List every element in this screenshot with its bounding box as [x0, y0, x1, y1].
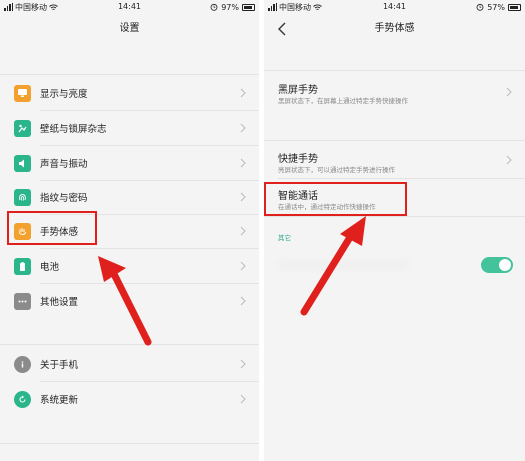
settings-item-fingerprint[interactable]: 指纹与密码 — [0, 180, 259, 214]
battery-icon — [242, 3, 255, 11]
chevron-right-icon — [240, 359, 246, 369]
chevron-right-icon — [240, 296, 246, 306]
display-icon — [14, 84, 31, 102]
chevron-right-icon — [240, 261, 246, 271]
settings-item-display[interactable]: 显示与亮度 — [0, 76, 259, 110]
more-icon — [14, 292, 31, 310]
settings-item-label: 壁纸与锁屏杂志 — [40, 124, 107, 135]
chevron-right-icon — [240, 158, 246, 168]
page-title: 手势体感 — [374, 23, 415, 34]
gesture-item-subtitle: 亮屏状态下，可以通过特定手势进行操作 — [278, 166, 395, 174]
fingerprint-icon — [14, 188, 31, 206]
arrow-indicator — [300, 216, 366, 316]
settings-screen: 中国移动 14:41 97% 设置 显示与亮度 壁纸与锁屏杂志 声音与振动 指纹… — [0, 0, 259, 461]
settings-item-sound[interactable]: 声音与振动 — [0, 146, 259, 180]
highlight-box — [7, 211, 97, 245]
settings-item-update[interactable]: 系统更新 — [0, 382, 259, 416]
chevron-right-icon — [240, 226, 246, 236]
status-time: 14:41 — [382, 2, 407, 11]
status-bar: 中国移动 14:41 57% — [264, 0, 525, 14]
gesture-screen: 中国移动 14:41 57% 手势体感 黑屏手势 黑屏状态下，在屏幕上通过特定手… — [264, 0, 525, 461]
info-icon — [14, 355, 31, 373]
settings-item-wallpaper[interactable]: 壁纸与锁屏杂志 — [0, 111, 259, 145]
settings-item-label: 系统更新 — [40, 395, 79, 406]
gesture-item-title: 黑屏手势 — [278, 85, 318, 96]
chevron-right-icon — [240, 394, 246, 404]
status-time: 14:41 — [117, 2, 142, 11]
gesture-item-quick[interactable]: 快捷手势 亮屏状态下，可以通过特定手势进行操作 — [264, 141, 525, 177]
wallpaper-icon — [14, 119, 31, 137]
settings-item-label: 其他设置 — [40, 297, 79, 308]
battery-icon — [508, 3, 521, 11]
toggle-switch[interactable] — [481, 257, 513, 273]
gesture-item-subtitle: 黑屏状态下，在屏幕上通过特定手势快捷操作 — [278, 97, 408, 105]
settings-item-label: 指纹与密码 — [40, 193, 88, 204]
chevron-right-icon — [506, 155, 512, 165]
arrow-indicator — [98, 256, 152, 346]
gesture-item-blackscreen[interactable]: 黑屏手势 黑屏状态下，在屏幕上通过特定手势快捷操作 — [264, 70, 525, 114]
update-icon — [14, 390, 31, 408]
settings-item-label: 显示与亮度 — [40, 89, 88, 100]
highlight-box — [264, 182, 407, 216]
settings-item-label: 声音与振动 — [40, 159, 88, 170]
chevron-right-icon — [506, 87, 512, 97]
settings-item-label: 电池 — [40, 262, 60, 273]
chevron-right-icon — [240, 192, 246, 202]
settings-item-about[interactable]: 关于手机 — [0, 347, 259, 381]
settings-item-label: 关于手机 — [40, 360, 79, 371]
gesture-item-title: 快捷手势 — [278, 154, 318, 165]
chevron-right-icon — [240, 88, 246, 98]
battery-icon — [14, 257, 31, 275]
status-bar: 中国移动 14:41 97% — [0, 0, 259, 14]
page-title: 设置 — [119, 23, 140, 34]
sound-icon — [14, 154, 31, 172]
chevron-right-icon — [240, 123, 246, 133]
back-arrow-icon[interactable] — [274, 20, 292, 38]
